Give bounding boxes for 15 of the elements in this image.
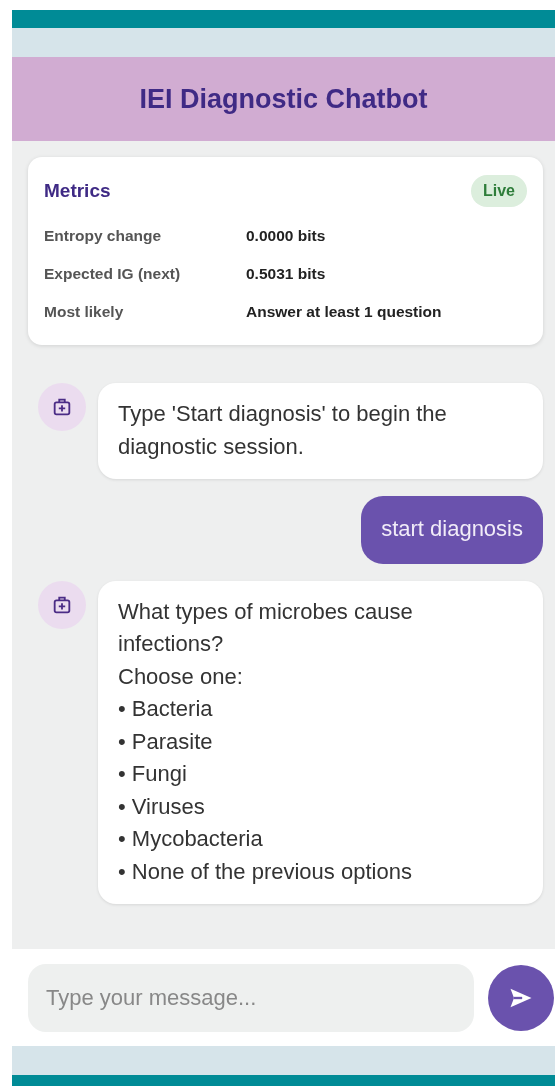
metric-value: 0.5031 bits	[246, 265, 326, 283]
app-title: IEI Diagnostic Chatbot	[139, 83, 428, 115]
live-badge: Live	[471, 175, 527, 207]
medical-kit-icon	[38, 580, 86, 629]
bot-message: Type 'Start diagnosis' to begin the diagnostic session.	[98, 383, 543, 479]
metric-label: Most likely	[44, 303, 125, 321]
bot-message: What types of microbes cause infections? Choose one: • Bacteria • Parasite • Fungi • Viruses • Mycobacteria • None of the previous options	[98, 580, 543, 904]
metrics-title: Metrics	[44, 180, 111, 202]
metric-value: Answer at least 1 question	[246, 303, 442, 321]
metric-value: 0.0000 bits	[246, 227, 326, 245]
medical-kit-icon	[38, 383, 86, 431]
user-message: start diagnosis	[361, 496, 543, 564]
metric-label: Entropy change	[44, 227, 163, 245]
message-input[interactable]: Type your message...	[28, 963, 474, 1032]
metric-label: Expected IG (next)	[44, 265, 182, 283]
